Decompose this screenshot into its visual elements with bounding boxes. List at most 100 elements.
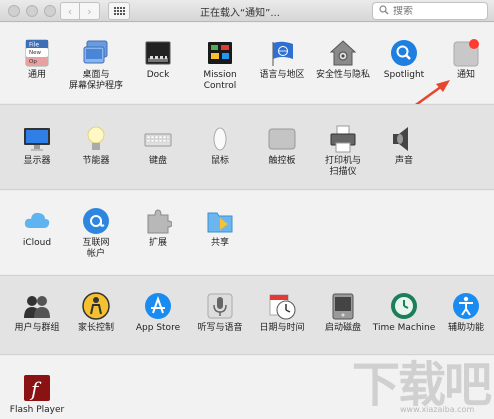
show-all-button[interactable]: [108, 2, 130, 20]
trackpad-icon: [268, 125, 296, 153]
pref-label: 通用: [27, 70, 46, 80]
keyboard-icon: [144, 125, 172, 153]
pref-accessibility[interactable]: 辅助功能: [434, 292, 494, 334]
pref-internet-accounts[interactable]: 互联网 帐户: [64, 207, 128, 260]
back-button[interactable]: ‹: [60, 2, 80, 20]
pref-label: 听写与语音: [197, 323, 243, 333]
pref-language-region[interactable]: 语言与地区: [250, 39, 314, 81]
pref-startup-disk[interactable]: 启动磁盘: [311, 292, 375, 334]
chevron-left-icon: ‹: [67, 4, 73, 18]
pref-flash-player[interactable]: f Flash Player: [5, 374, 69, 416]
pref-label: 用户与群组: [14, 323, 60, 333]
pref-parental-controls[interactable]: 家长控制: [64, 292, 128, 334]
date-time-icon: [268, 292, 296, 320]
pref-security-privacy[interactable]: 安全性与隐私: [311, 39, 375, 81]
minimize-window-button[interactable]: [26, 5, 38, 17]
pref-label: 启动磁盘: [324, 323, 361, 333]
search-icon: [379, 4, 389, 18]
pref-energy-saver[interactable]: 节能器: [64, 125, 128, 167]
pref-printer-scanner[interactable]: 打印机与 扫描仪: [311, 125, 375, 178]
pref-label: 显示器: [23, 156, 51, 166]
pref-label: Mission Control: [203, 70, 237, 91]
sharing-icon: [206, 207, 234, 235]
pref-general[interactable]: File New Op 通用: [5, 39, 69, 81]
extensions-icon: [144, 207, 173, 235]
pref-label: Time Machine: [372, 323, 436, 333]
section-system: 用户与群组 家长控制 App Store 听写与语音 日期与时间 启动磁盘 Ti…: [0, 275, 494, 355]
pref-label: 安全性与隐私: [315, 70, 370, 80]
pref-date-time[interactable]: 日期与时间: [250, 292, 314, 334]
pref-users-groups[interactable]: 用户与群组: [5, 292, 69, 334]
displays-icon: [23, 125, 51, 153]
pref-mouse[interactable]: 鼠标: [188, 125, 252, 167]
search-input[interactable]: [393, 5, 473, 17]
startup-disk-icon: [329, 292, 357, 320]
general-op-text: Op: [29, 59, 37, 65]
accessibility-icon: [452, 292, 480, 320]
dictation-speech-icon: [206, 292, 234, 320]
window-toolbar: ‹ › 正在载入“通知”...: [0, 0, 494, 22]
section-hardware: 显示器 节能器 键盘 鼠标 触控板 打印机与 扫描仪 声音: [0, 104, 494, 190]
zoom-window-button[interactable]: [44, 5, 56, 17]
pref-sound[interactable]: 声音: [372, 125, 436, 167]
section-internet: iCloud 互联网 帐户 扩展 共享: [0, 191, 494, 274]
pref-dock[interactable]: Dock: [126, 39, 190, 81]
general-icon: File New Op: [23, 39, 51, 67]
pref-app-store[interactable]: App Store: [126, 292, 190, 334]
pref-icloud[interactable]: iCloud: [5, 207, 69, 249]
pref-label: 桌面与 屏幕保护程序: [68, 70, 123, 91]
pref-label: 声音: [394, 156, 413, 166]
pref-label: iCloud: [22, 238, 52, 248]
users-groups-icon: [23, 292, 51, 320]
pref-label: 键盘: [148, 156, 167, 166]
language-region-icon: [268, 39, 296, 67]
pref-desktop-screensaver[interactable]: 桌面与 屏幕保护程序: [64, 39, 128, 92]
app-store-icon: [144, 292, 172, 320]
nav-buttons: ‹ ›: [60, 2, 100, 20]
pref-label: Flash Player: [9, 405, 65, 415]
chevron-right-icon: ›: [87, 4, 92, 18]
pref-label: 触控板: [268, 156, 296, 166]
pref-mission-control[interactable]: Mission Control: [188, 39, 252, 92]
pref-label: 打印机与 扫描仪: [324, 156, 361, 177]
search-field[interactable]: [372, 2, 488, 20]
security-privacy-icon: [329, 39, 357, 67]
pref-keyboard[interactable]: 键盘: [126, 125, 190, 167]
internet-accounts-icon: [82, 207, 110, 235]
spotlight-icon: [390, 39, 418, 67]
pref-extensions[interactable]: 扩展: [126, 207, 190, 249]
forward-button[interactable]: ›: [80, 2, 100, 20]
section-other: f Flash Player: [0, 356, 494, 419]
printer-scanner-icon: [329, 125, 357, 153]
pref-label: 辅助功能: [447, 323, 484, 333]
pref-trackpad[interactable]: 触控板: [250, 125, 314, 167]
pref-label: 互联网 帐户: [82, 238, 110, 259]
mouse-icon: [206, 125, 234, 153]
pref-label: 扩展: [148, 238, 167, 248]
pref-dictation-speech[interactable]: 听写与语音: [188, 292, 252, 334]
general-file-text: File: [29, 42, 39, 49]
window-title: 正在载入“通知”...: [200, 8, 280, 19]
parental-controls-icon: [82, 292, 110, 320]
pref-label: 家长控制: [77, 323, 114, 333]
pref-label: 鼠标: [210, 156, 229, 166]
mission-control-icon: [206, 39, 234, 67]
pref-label: 节能器: [82, 156, 110, 166]
dock-icon: [144, 39, 172, 67]
pref-label: 共享: [210, 238, 229, 248]
pref-time-machine[interactable]: Time Machine: [372, 292, 436, 334]
pref-sharing[interactable]: 共享: [188, 207, 252, 249]
notifications-icon: [452, 39, 480, 67]
pref-label: App Store: [135, 323, 181, 333]
flash-player-icon: f: [23, 374, 51, 402]
general-new-text: New: [29, 50, 41, 56]
pref-label: 语言与地区: [259, 70, 305, 80]
close-window-button[interactable]: [8, 5, 20, 17]
pref-label: 日期与时间: [259, 323, 305, 333]
sound-icon: [390, 125, 418, 153]
pref-label: Dock: [146, 70, 170, 80]
desktop-screensaver-icon: [82, 39, 110, 67]
energy-saver-icon: [82, 125, 110, 153]
pref-displays[interactable]: 显示器: [5, 125, 69, 167]
time-machine-icon: [390, 292, 418, 320]
